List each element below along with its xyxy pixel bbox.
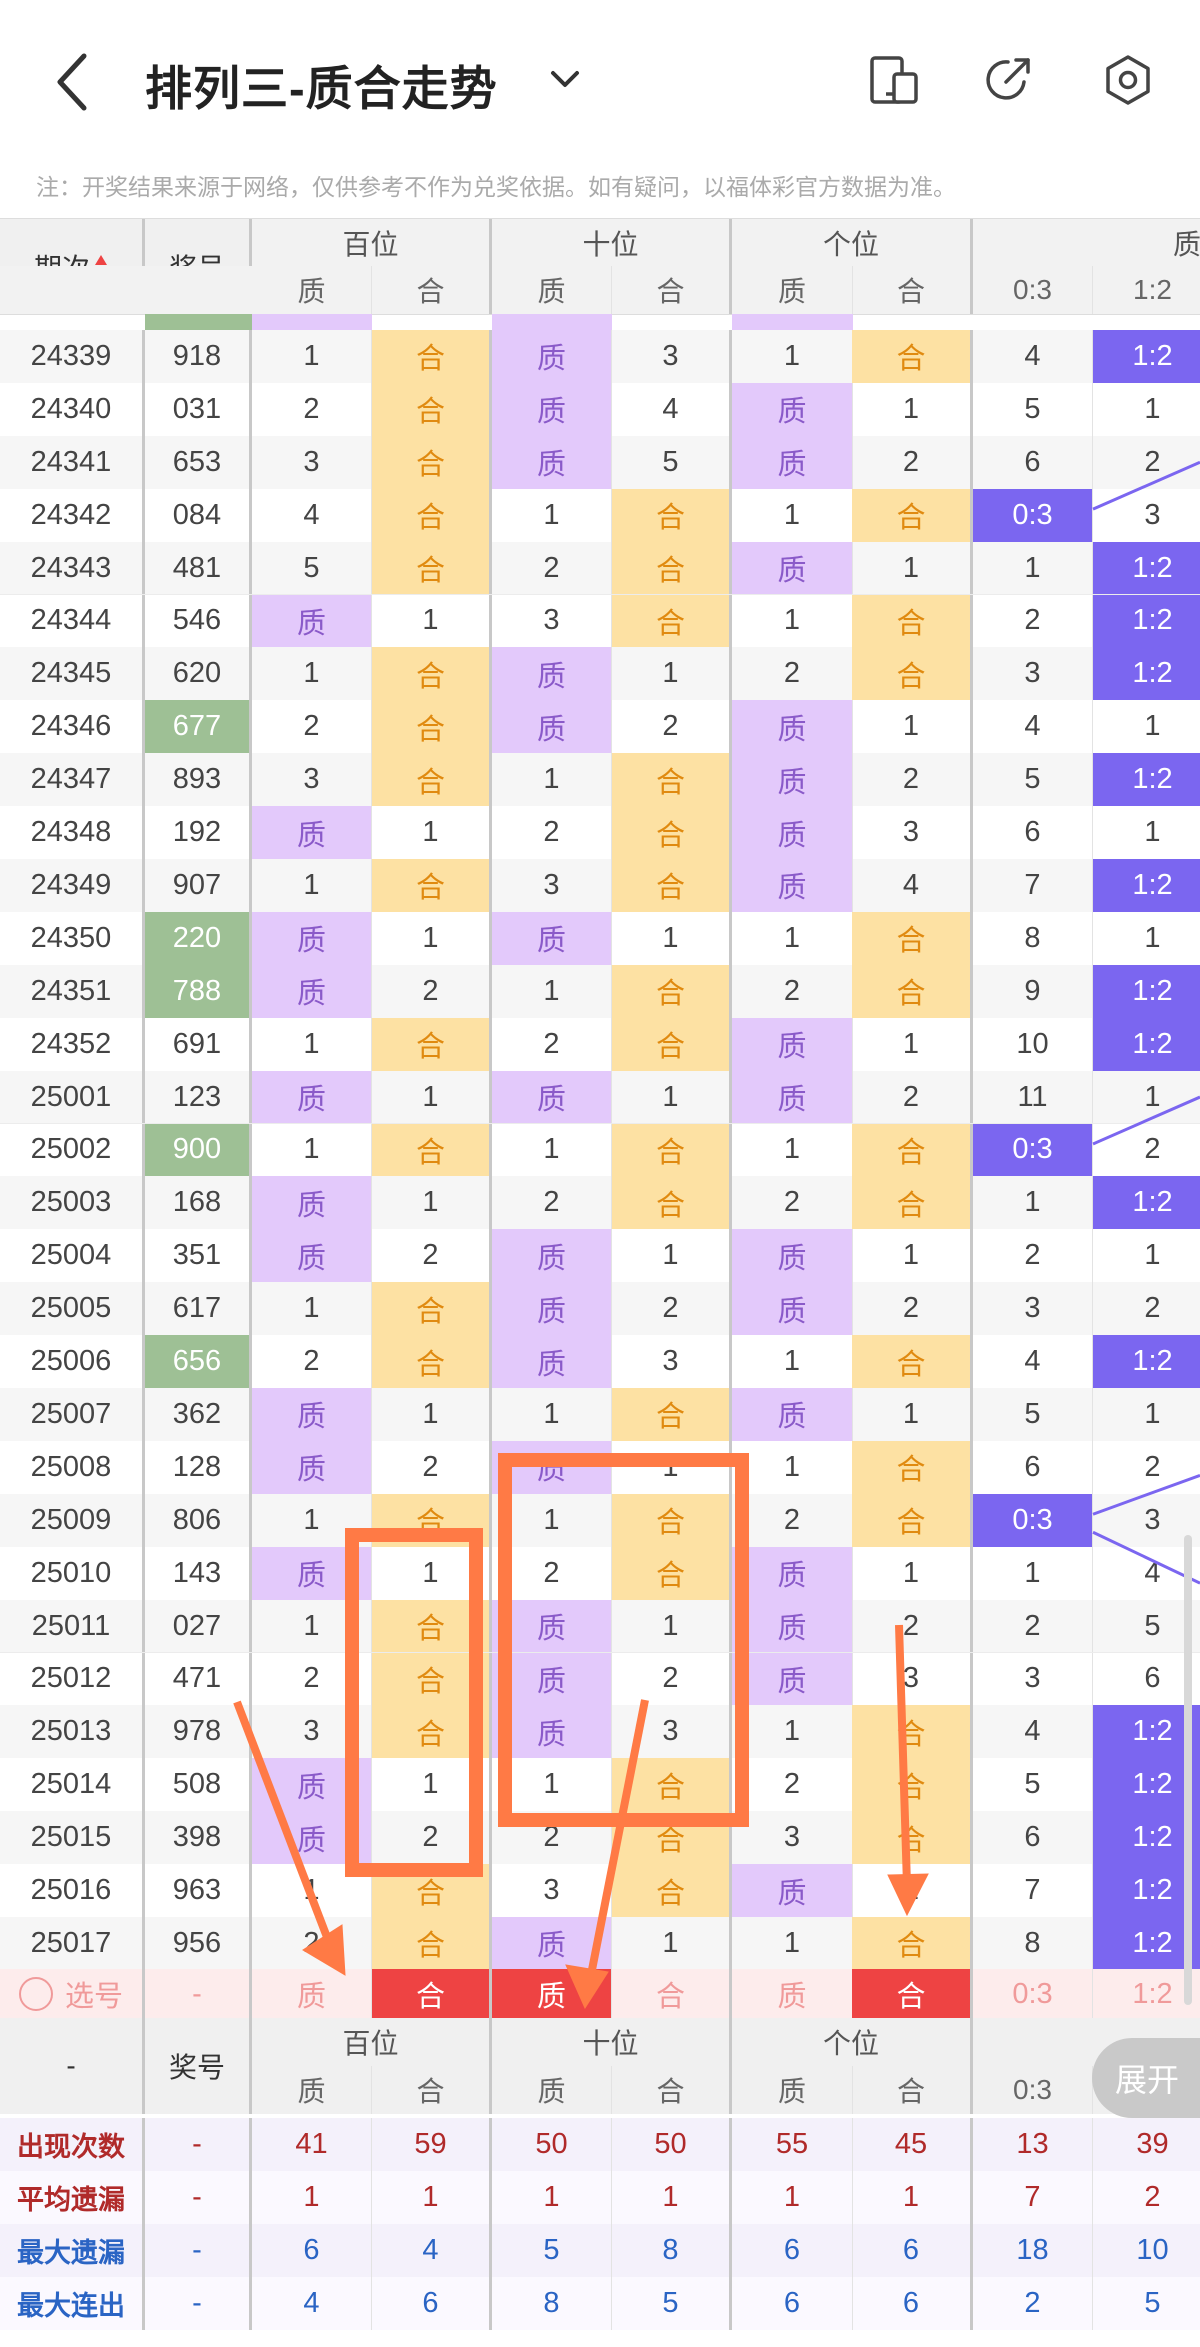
stats-value: 8 (492, 2277, 612, 2330)
mobile-layout-icon[interactable] (866, 52, 922, 108)
stats-header: - 奖号 百位 十位 个位 质合质合质合0:31:2 (0, 2018, 1200, 2114)
stats-value: 55 (732, 2118, 853, 2171)
stats-sub-header-2: 质 (492, 2066, 612, 2114)
disclaimer-note: 注：开奖结果来源于网络，仅供参考不作为兑奖依据。如有疑问，以福体彩官方数据为准。 (36, 174, 956, 200)
stats-value: 39 (1093, 2118, 1200, 2171)
stats-value: 1 (492, 2171, 612, 2224)
stats-value: 5 (612, 2277, 732, 2330)
back-arrow-icon[interactable] (52, 52, 92, 112)
stats-dash: - (145, 2171, 252, 2224)
scrollbar[interactable] (1184, 1535, 1192, 2005)
stats-sub-header-0: 质 (252, 2066, 372, 2114)
stats-section: - 奖号 百位 十位 个位 质合质合质合0:31:2 出现次数-41595050… (0, 2018, 1200, 2347)
stats-value: 2 (1093, 2171, 1200, 2224)
stats-label: 最大遗漏 (0, 2224, 145, 2277)
stats-value: 6 (372, 2277, 492, 2330)
stats-value: 6 (732, 2277, 853, 2330)
stats-dash: - (145, 2277, 252, 2330)
stats-value: 4 (372, 2224, 492, 2277)
stats-value: 6 (852, 2224, 973, 2277)
stats-value: 5 (492, 2224, 612, 2277)
trend-lines (1092, 460, 1200, 1585)
stats-value: 1 (852, 2171, 973, 2224)
stats-value: 1 (252, 2171, 372, 2224)
stats-value: 50 (492, 2118, 612, 2171)
share-icon[interactable] (980, 52, 1036, 108)
stats-value: 1 (732, 2171, 853, 2224)
trend-table: 期次 奖号 百位 十位 个位 质 质合质合质合0:31:2 243399181合… (0, 218, 1200, 2018)
stats-label: 出现次数 (0, 2118, 145, 2171)
app-header: 排列三-质合走势 (0, 0, 1200, 160)
stats-sub-header-4: 质 (732, 2066, 853, 2114)
stats-value: 4 (252, 2277, 372, 2330)
stats-value: 1 (372, 2171, 492, 2224)
stats-value: 7 (973, 2171, 1093, 2224)
stats-units-header: 个位 (732, 2018, 973, 2066)
page-title[interactable]: 排列三-质合走势 (145, 50, 498, 119)
stats-value: 18 (973, 2224, 1093, 2277)
expand-button[interactable]: 展开 (1092, 2038, 1200, 2118)
stats-row: 出现次数 -41 59 50 50 55 45 13 39 (0, 2118, 1200, 2171)
stats-row: 平均遗漏 -1 1 1 1 1 1 7 2 (0, 2171, 1200, 2224)
settings-icon[interactable] (1100, 52, 1156, 108)
stats-row: 最大遗漏 -6 4 5 8 6 6 18 10 (0, 2224, 1200, 2277)
stats-sub-header-5: 合 (852, 2066, 973, 2114)
stats-dash: - (145, 2224, 252, 2277)
stats-sub-header-3: 合 (612, 2066, 732, 2114)
stats-value: 45 (852, 2118, 973, 2171)
stats-value: 59 (372, 2118, 492, 2171)
stats-value: 6 (852, 2277, 973, 2330)
stats-sub-header: 质合质合质合0:31:2 (0, 2066, 1200, 2114)
stats-value: 5 (1093, 2277, 1200, 2330)
stats-row: 最大连出 -4 6 8 5 6 6 2 5 (0, 2277, 1200, 2330)
stats-value: 13 (973, 2118, 1093, 2171)
stats-label: 平均遗漏 (0, 2171, 145, 2224)
stats-value: 41 (252, 2118, 372, 2171)
chevron-down-icon[interactable] (548, 62, 582, 96)
stats-value: 8 (612, 2224, 732, 2277)
stats-value: 50 (612, 2118, 732, 2171)
stats-sub-header-6: 0:3 (973, 2066, 1093, 2114)
stats-sub-header-1: 合 (372, 2066, 492, 2114)
stats-tens-header: 十位 (492, 2018, 732, 2066)
stats-value: 1 (612, 2171, 732, 2224)
stats-hundreds-header: 百位 (252, 2018, 492, 2066)
stats-value: 2 (973, 2277, 1093, 2330)
stats-value: 10 (1093, 2224, 1200, 2277)
stats-value: 6 (252, 2224, 372, 2277)
stats-dash: - (145, 2118, 252, 2171)
stats-label: 最大连出 (0, 2277, 145, 2330)
stats-value: 6 (732, 2224, 853, 2277)
